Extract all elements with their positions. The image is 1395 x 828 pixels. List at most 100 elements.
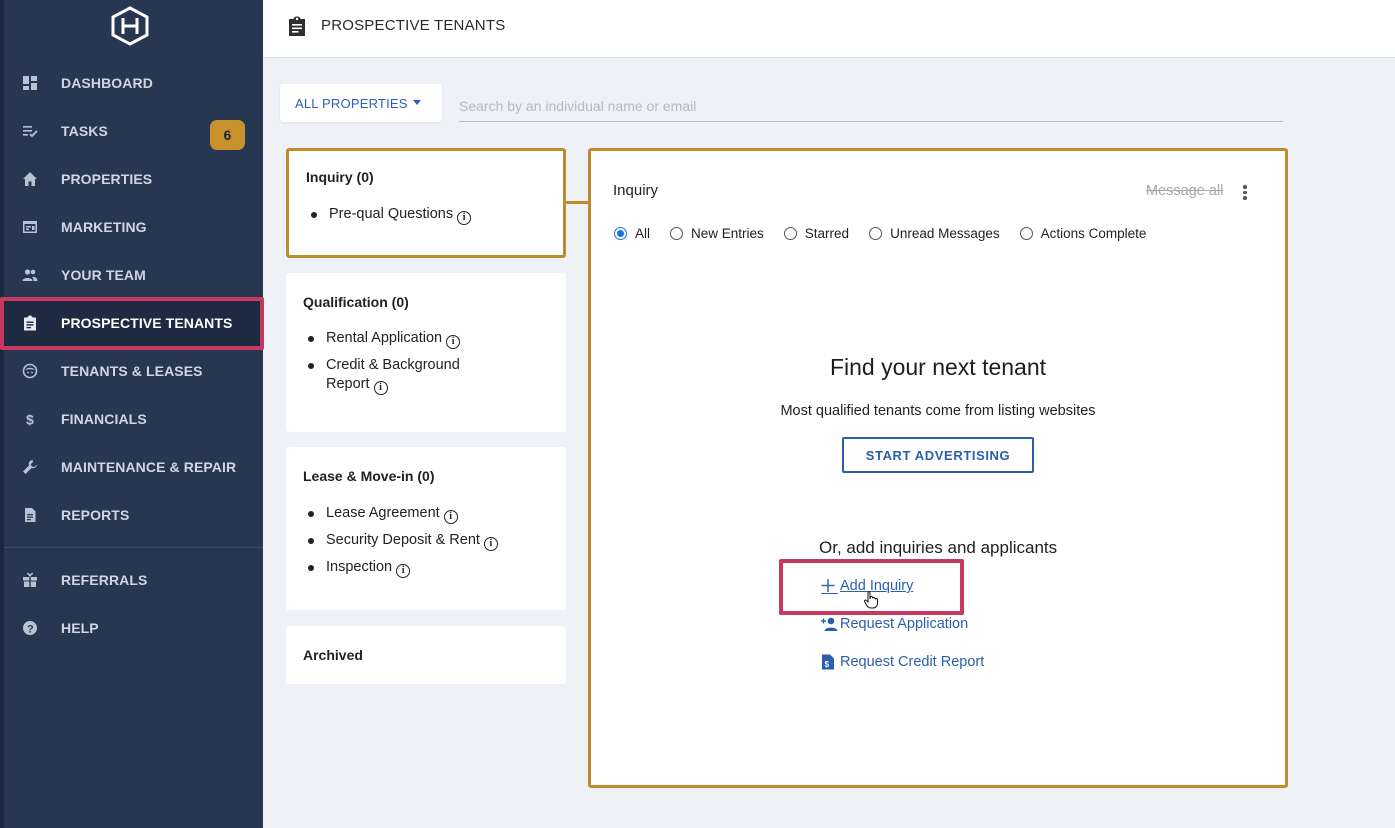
property-select-label: ALL PROPERTIES <box>295 95 408 111</box>
dollar-icon: $ <box>22 411 38 428</box>
panel-title: Inquiry <box>613 182 659 199</box>
filter-radio-actions-complete[interactable]: Actions Complete <box>1019 226 1147 241</box>
filter-radio-starred[interactable]: Starred <box>783 226 850 241</box>
more-options-icon[interactable] <box>1242 185 1248 201</box>
stage-item-label: Credit & Background <box>326 357 460 373</box>
chevron-down-icon <box>413 100 421 105</box>
dashboard-icon <box>22 75 38 91</box>
sidebar-item-referrals[interactable]: REFERRALS <box>4 556 263 604</box>
logo-icon[interactable] <box>108 6 152 46</box>
hand-cursor-icon <box>863 591 878 609</box>
team-icon <box>22 267 38 283</box>
info-icon[interactable]: i <box>443 510 458 524</box>
sidebar-divider <box>4 547 263 548</box>
empty-state-subtitle: Most qualified tenants come from listing… <box>780 403 1096 419</box>
radio-button[interactable] <box>614 227 627 240</box>
sidebar-item-your-team[interactable]: YOUR TEAM <box>4 251 263 299</box>
tasks-count-badge: 6 <box>210 120 245 150</box>
stage-item-label: Security Deposit & Rent <box>326 532 480 548</box>
help-icon: ? <box>22 620 38 636</box>
stage-item-label: Report <box>326 376 370 392</box>
add-section-heading: Or, add inquiries and applicants <box>819 538 1058 557</box>
sidebar-item-marketing[interactable]: MARKETING <box>4 203 263 251</box>
sidebar-item-label: DASHBOARD <box>61 75 153 91</box>
radio-label: Actions Complete <box>1040 226 1147 241</box>
sidebar-item-tasks[interactable]: TASKS 6 <box>4 107 263 155</box>
info-icon[interactable]: i <box>373 381 388 395</box>
svg-text:$: $ <box>825 660 830 669</box>
page-header: PROSPECTIVE TENANTS <box>263 0 1395 58</box>
active-item-highlight <box>0 297 264 350</box>
search-input[interactable] <box>459 90 1283 122</box>
request-credit-report-link[interactable]: $ Request Credit Report <box>820 654 984 670</box>
stage-item-label: Lease Agreement <box>326 505 440 521</box>
radio-label: Starred <box>804 226 850 241</box>
sidebar-item-reports[interactable]: REPORTS <box>4 491 263 539</box>
info-icon[interactable]: i <box>396 564 411 578</box>
svg-text:?: ? <box>27 624 34 636</box>
sidebar-item-dashboard[interactable]: DASHBOARD <box>4 59 263 107</box>
stage-item: Pre-qual Questions i <box>311 205 472 225</box>
request-application-link[interactable]: Request Application <box>820 616 968 632</box>
stage-title: Lease & Move-in (0) <box>303 468 435 484</box>
filter-radio-new-entries[interactable]: New Entries <box>670 226 764 241</box>
stage-item: Inspection i <box>308 558 498 578</box>
tenant-icon <box>22 363 38 379</box>
info-icon[interactable]: i <box>457 211 472 225</box>
sidebar-item-financials[interactable]: $ FINANCIALS <box>4 395 263 443</box>
stage-card-qualification[interactable]: Qualification (0) Rental Application i Cr… <box>286 273 566 432</box>
sidebar-item-label: TENANTS & LEASES <box>61 363 203 379</box>
filter-radio-unread-messages[interactable]: Unread Messages <box>869 226 1000 241</box>
marketing-icon <box>22 219 38 235</box>
home-icon <box>22 171 38 187</box>
stage-item-label: Pre-qual Questions <box>329 206 454 222</box>
radio-button[interactable] <box>1019 227 1033 240</box>
gift-icon <box>22 572 38 588</box>
stage-title: Inquiry (0) <box>306 169 374 185</box>
radio-button[interactable] <box>670 227 684 240</box>
clipboard-icon <box>289 16 305 36</box>
radio-button[interactable] <box>783 227 797 240</box>
sidebar-item-help[interactable]: ? HELP <box>4 604 263 652</box>
radio-label: Unread Messages <box>890 226 1000 241</box>
sidebar-item-tenants-leases[interactable]: TENANTS & LEASES <box>4 347 263 395</box>
stage-title: Archived <box>303 647 363 663</box>
empty-state-title: Find your next tenant <box>829 354 1047 380</box>
sidebar-item-properties[interactable]: PROPERTIES <box>4 155 263 203</box>
request-application-label: Request Application <box>840 616 969 632</box>
start-advertising-button[interactable]: START ADVERTISING <box>842 437 1034 473</box>
stage-item: Lease Agreement i <box>308 504 498 524</box>
radio-button[interactable] <box>869 227 883 240</box>
stage-title: Qualification (0) <box>303 294 409 310</box>
inquiry-panel: Inquiry Message all All New Entries Star… <box>588 148 1288 788</box>
svg-text:$: $ <box>26 412 34 428</box>
property-select[interactable]: ALL PROPERTIES <box>280 84 442 122</box>
filter-radio-group: All New Entries Starred Unread Messages … <box>614 226 1166 241</box>
sidebar-item-maintenance[interactable]: MAINTENANCE & REPAIR <box>4 443 263 491</box>
message-all-button[interactable]: Message all <box>1146 183 1223 199</box>
tasks-icon <box>22 123 38 139</box>
info-icon[interactable]: i <box>483 537 498 551</box>
info-icon[interactable]: i <box>446 335 461 349</box>
sidebar-item-label: PROPERTIES <box>61 171 153 187</box>
request-credit-label: Request Credit Report <box>840 654 985 670</box>
stage-item: Security Deposit & Rent i <box>308 531 498 551</box>
stage-item-label: Rental Application <box>326 330 443 346</box>
sidebar-item-label: FINANCIALS <box>61 411 147 427</box>
stage-item: Rental Application i <box>308 329 461 349</box>
stage-card-lease-move-in[interactable]: Lease & Move-in (0) Lease Agreement i Sec… <box>286 447 566 610</box>
sidebar-item-label: REFERRALS <box>61 572 148 588</box>
sidebar-item-label: REPORTS <box>61 507 130 523</box>
stage-card-archived[interactable]: Archived <box>286 626 566 684</box>
sidebar-item-label: MAINTENANCE & REPAIR <box>61 459 237 475</box>
sidebar-item-label: YOUR TEAM <box>61 267 146 283</box>
stage-item: Credit & Background Report i <box>308 356 460 395</box>
radio-label: New Entries <box>691 226 764 241</box>
filter-radio-all[interactable]: All <box>614 226 650 241</box>
sidebar-item-label: HELP <box>61 620 99 636</box>
sidebar-item-label: MARKETING <box>61 219 147 235</box>
sidebar: DASHBOARD TASKS 6 PROPERTIES MARKETING Y… <box>0 0 263 828</box>
credit-report-icon: $ <box>820 654 838 670</box>
report-icon <box>22 507 38 523</box>
stage-card-inquiry[interactable]: Inquiry (0) Pre-qual Questions i <box>286 148 566 258</box>
